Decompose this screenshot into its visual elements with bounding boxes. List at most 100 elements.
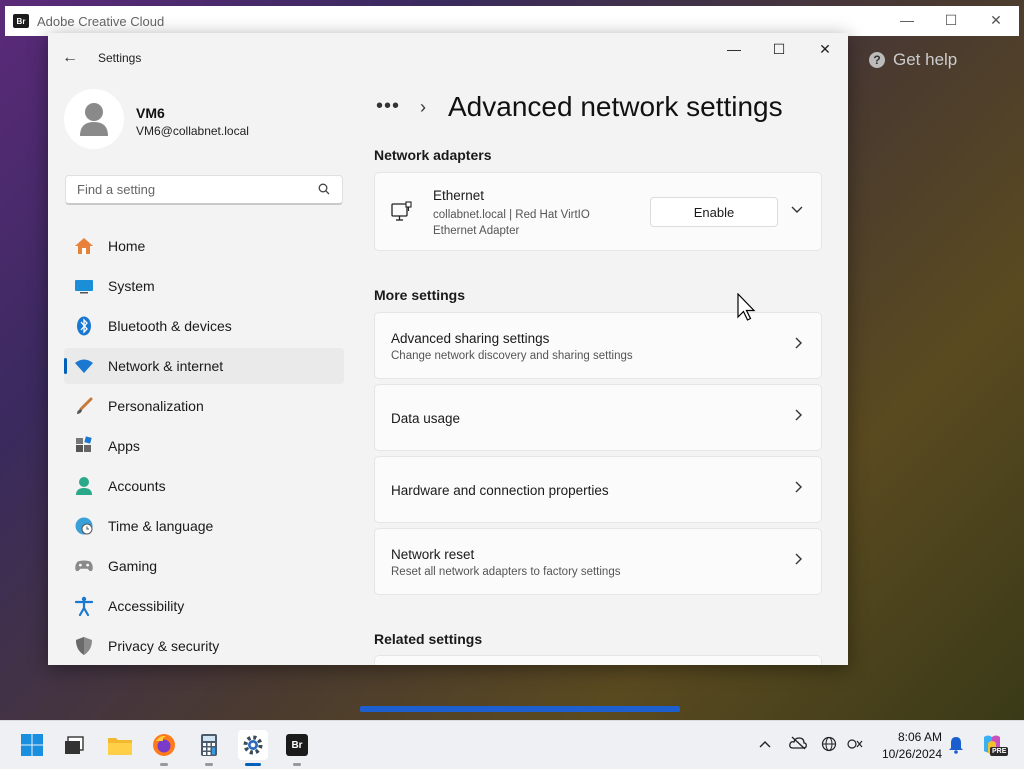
chevron-down-icon[interactable]: [791, 201, 803, 217]
taskbar: Br 8:06 AM 10/26/2024 PRE: [0, 720, 1024, 769]
search-box[interactable]: [65, 175, 343, 205]
globe-clock-icon: [74, 516, 94, 536]
user-silhouette-icon: [80, 103, 108, 136]
help-icon: ?: [869, 52, 885, 68]
minimize-button[interactable]: —: [716, 41, 752, 57]
gamepad-icon: [74, 556, 94, 576]
chevron-right-icon: [795, 408, 803, 426]
system-icon: [74, 276, 94, 296]
setting-title: Hardware and connection properties: [391, 483, 609, 498]
network-reset-item[interactable]: Network reset Reset all network adapters…: [374, 528, 822, 595]
ethernet-adapter-card[interactable]: Ethernet collabnet.local | Red Hat VirtI…: [374, 172, 822, 251]
clock-date[interactable]: 10/26/2024: [874, 747, 942, 761]
calculator-icon[interactable]: [195, 731, 223, 759]
related-settings-item[interactable]: [374, 655, 822, 665]
shield-icon: [74, 636, 94, 656]
sidebar-item-accounts[interactable]: Accounts: [64, 468, 344, 504]
sidebar-item-privacy[interactable]: Privacy & security: [64, 628, 344, 664]
bridge-logo-icon: Br: [13, 14, 29, 28]
sidebar-item-label: Time & language: [108, 518, 214, 534]
back-arrow-icon[interactable]: ←: [62, 49, 78, 67]
accessibility-icon: [74, 596, 94, 616]
sidebar-item-label: Network & internet: [108, 358, 224, 374]
sidebar-item-home[interactable]: Home: [64, 228, 344, 264]
maximize-button[interactable]: ☐: [761, 41, 797, 58]
setting-title: Network reset: [391, 547, 475, 562]
sidebar-item-label: Accounts: [108, 478, 166, 494]
chevron-up-icon[interactable]: [759, 735, 771, 751]
ethernet-adapter-description: collabnet.local | Red Hat VirtIO Etherne…: [433, 207, 613, 239]
close-button[interactable]: ✕: [807, 41, 843, 58]
adobe-window-title: Adobe Creative Cloud: [37, 13, 165, 29]
bridge-label: Br: [286, 734, 308, 756]
sidebar-item-label: Privacy & security: [108, 638, 220, 654]
adobe-maximize-button[interactable]: ☐: [936, 12, 966, 29]
network-globe-icon[interactable]: [821, 736, 837, 755]
settings-window-title: Settings: [98, 51, 142, 65]
setting-subtitle: Reset all network adapters to factory se…: [391, 566, 621, 578]
setting-title: Advanced sharing settings: [391, 331, 550, 346]
breadcrumb-chevron-icon: ›: [420, 97, 426, 117]
cloud-offline-icon[interactable]: [789, 736, 807, 753]
chevron-right-icon: [795, 552, 803, 570]
adobe-minimize-button[interactable]: —: [892, 12, 922, 28]
sidebar-item-label: Bluetooth & devices: [108, 318, 232, 334]
volume-muted-icon[interactable]: [847, 737, 863, 754]
bridge-running-indicator: [293, 763, 301, 766]
hardware-connection-properties-item[interactable]: Hardware and connection properties: [374, 456, 822, 523]
page-title: Advanced network settings: [448, 91, 783, 122]
data-usage-item[interactable]: Data usage: [374, 384, 822, 451]
settings-window: ← Settings — ☐ ✕ VM6 VM6@collabnet.local…: [48, 33, 848, 665]
settings-taskbar-icon[interactable]: [238, 730, 268, 760]
sidebar-nav: Home System Bluetooth & devices Network …: [64, 228, 344, 665]
desktop-progress-strip: [360, 706, 680, 712]
ethernet-description-line: collabnet.local | Red Hat VirtIO: [433, 209, 590, 221]
firefox-running-indicator: [160, 763, 168, 766]
accounts-icon: [74, 476, 94, 496]
apps-icon: [74, 436, 94, 456]
search-input[interactable]: [75, 181, 309, 198]
wifi-icon: [74, 356, 94, 376]
sidebar-item-system[interactable]: System: [64, 268, 344, 304]
sidebar-item-personalization[interactable]: Personalization: [64, 388, 344, 424]
sidebar-item-label: Home: [108, 238, 146, 254]
sidebar-item-label: Apps: [108, 438, 140, 454]
sidebar-item-accessibility[interactable]: Accessibility: [64, 588, 344, 624]
section-heading-network-adapters: Network adapters: [374, 147, 492, 163]
calculator-running-indicator: [205, 763, 213, 766]
sidebar-item-apps[interactable]: Apps: [64, 428, 344, 464]
task-view-icon[interactable]: [60, 731, 88, 759]
sidebar-item-time-language[interactable]: Time & language: [64, 508, 344, 544]
chevron-right-icon: [795, 480, 803, 498]
section-heading-more-settings: More settings: [374, 287, 466, 303]
firefox-icon[interactable]: [150, 731, 178, 759]
brush-icon: [74, 396, 94, 416]
chevron-right-icon: [795, 336, 803, 354]
copilot-icon[interactable]: PRE: [980, 733, 1009, 760]
ethernet-description-line: Ethernet Adapter: [433, 225, 520, 237]
sidebar-item-label: Personalization: [108, 398, 204, 414]
notification-bell-icon[interactable]: [948, 736, 964, 757]
setting-title: Data usage: [391, 411, 461, 426]
adobe-close-button[interactable]: ✕: [981, 12, 1011, 29]
file-explorer-icon[interactable]: [106, 731, 134, 759]
breadcrumb-more-button[interactable]: •••: [376, 95, 400, 118]
adobe-titlebar: Br Adobe Creative Cloud — ☐ ✕: [5, 6, 1019, 36]
sidebar-item-network[interactable]: Network & internet: [64, 348, 344, 384]
get-help-link[interactable]: ? Get help: [869, 50, 957, 70]
search-icon[interactable]: [318, 183, 330, 198]
settings-active-indicator: [245, 763, 261, 766]
clock-time[interactable]: 8:06 AM: [880, 730, 942, 744]
ethernet-adapter-name: Ethernet: [433, 188, 485, 203]
enable-button[interactable]: Enable: [650, 197, 778, 227]
profile-name: VM6: [136, 105, 165, 121]
sidebar-item-label: Accessibility: [108, 598, 185, 614]
mouse-cursor-icon: [737, 292, 757, 330]
bluetooth-icon: [74, 316, 94, 336]
start-icon[interactable]: [18, 731, 46, 759]
sidebar-item-bluetooth[interactable]: Bluetooth & devices: [64, 308, 344, 344]
section-heading-related-settings: Related settings: [374, 631, 483, 647]
avatar[interactable]: [64, 89, 124, 149]
sidebar-item-gaming[interactable]: Gaming: [64, 548, 344, 584]
bridge-icon[interactable]: Br: [283, 731, 311, 759]
